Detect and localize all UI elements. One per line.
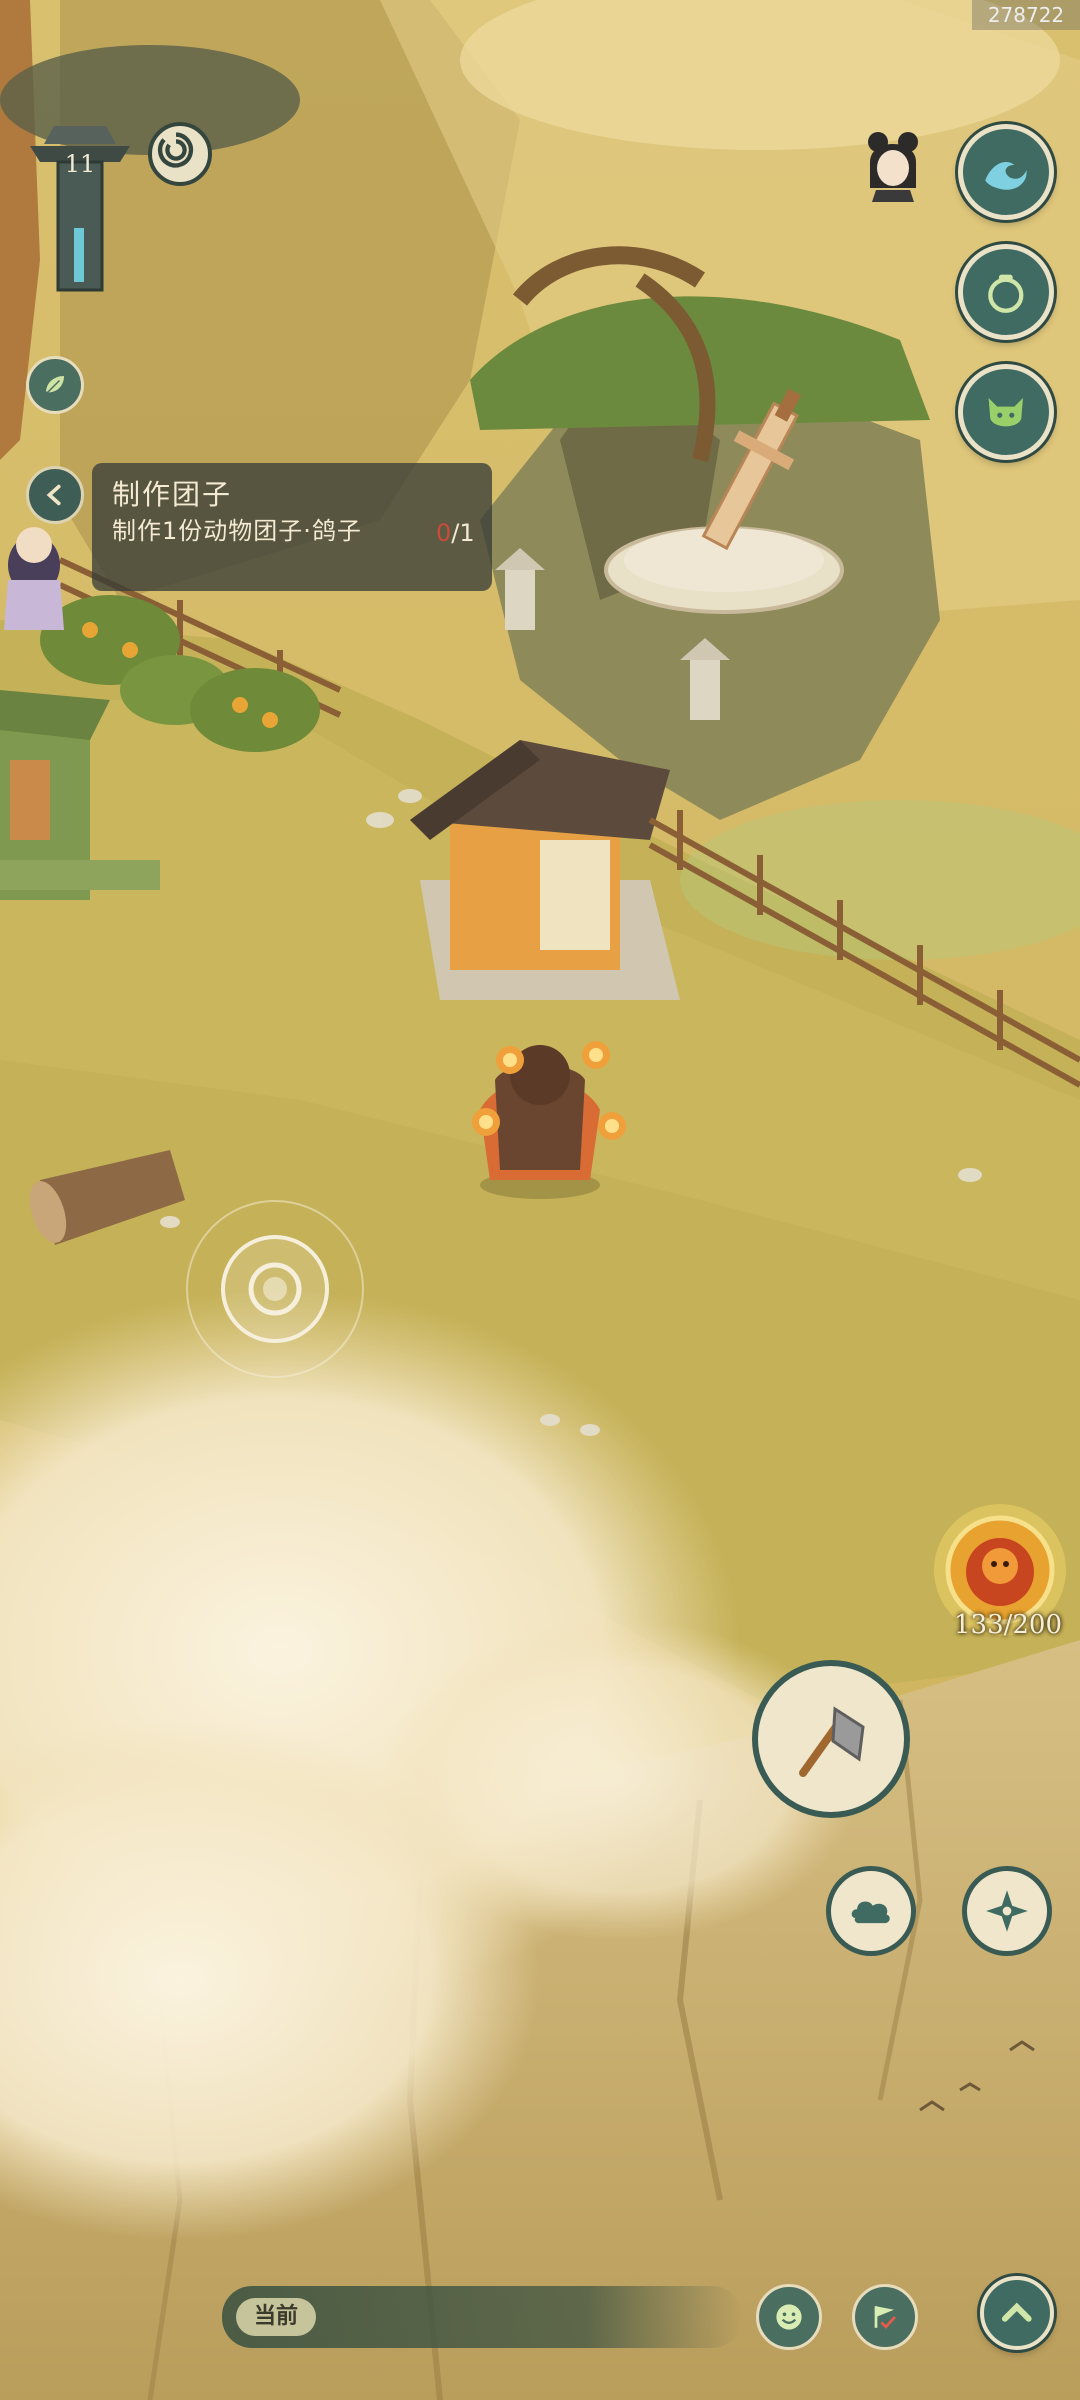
bag-button[interactable] [958, 244, 1054, 340]
flag-checkmark-icon [874, 2306, 896, 2329]
cloud-skill-button[interactable] [826, 1866, 916, 1956]
axe-tool-icon [799, 1706, 865, 1777]
task-flag-button[interactable] [852, 2284, 918, 2350]
back-arrow-icon [46, 484, 61, 506]
shuriken-skill-icon [986, 1890, 1028, 1932]
monster-mask-icon [988, 398, 1024, 427]
wave-skill-icon [985, 162, 1027, 190]
player-level: 11 [64, 150, 96, 178]
chat-bar[interactable]: 当前 [222, 2286, 742, 2348]
quest-progress-current: 0 [436, 519, 452, 547]
level-pillar-icon[interactable] [24, 118, 136, 298]
cloud-skill-icon [851, 1901, 890, 1924]
chat-channel-label[interactable]: 当前 [236, 2298, 316, 2336]
expand-menu-button[interactable] [980, 2276, 1054, 2350]
wave-skill-button[interactable] [958, 124, 1054, 220]
id-watermark: 278722 [972, 0, 1080, 30]
quest-collapse-button[interactable] [26, 466, 84, 524]
movement-joystick[interactable] [182, 1196, 368, 1382]
axe-tool-button[interactable] [752, 1660, 910, 1818]
stamina-value: 133/200 [953, 1610, 1062, 1640]
quest-description: 制作1份动物团子·鸽子 [112, 517, 362, 545]
emoji-button[interactable] [756, 2284, 822, 2350]
emoji-face-icon [776, 2304, 802, 2330]
monster-button[interactable] [958, 364, 1054, 460]
quest-title: 制作团子 [112, 478, 233, 511]
quest-tracker-panel[interactable]: 制作团子 制作1份动物团子·鸽子 0/1 [92, 463, 492, 591]
game-world-scene [0, 0, 1080, 2400]
leaf-icon[interactable] [26, 356, 84, 414]
pouch-bag-icon [988, 274, 1024, 314]
spiral-menu-icon[interactable] [148, 122, 212, 186]
quest-progress: 0/1 [436, 519, 475, 547]
quest-progress-total: /1 [451, 519, 475, 547]
character-portrait-icon[interactable] [862, 128, 924, 202]
shuriken-skill-button[interactable] [962, 1866, 1052, 1956]
stone-lantern [505, 570, 535, 630]
chevron-up-icon [1002, 2302, 1032, 2322]
